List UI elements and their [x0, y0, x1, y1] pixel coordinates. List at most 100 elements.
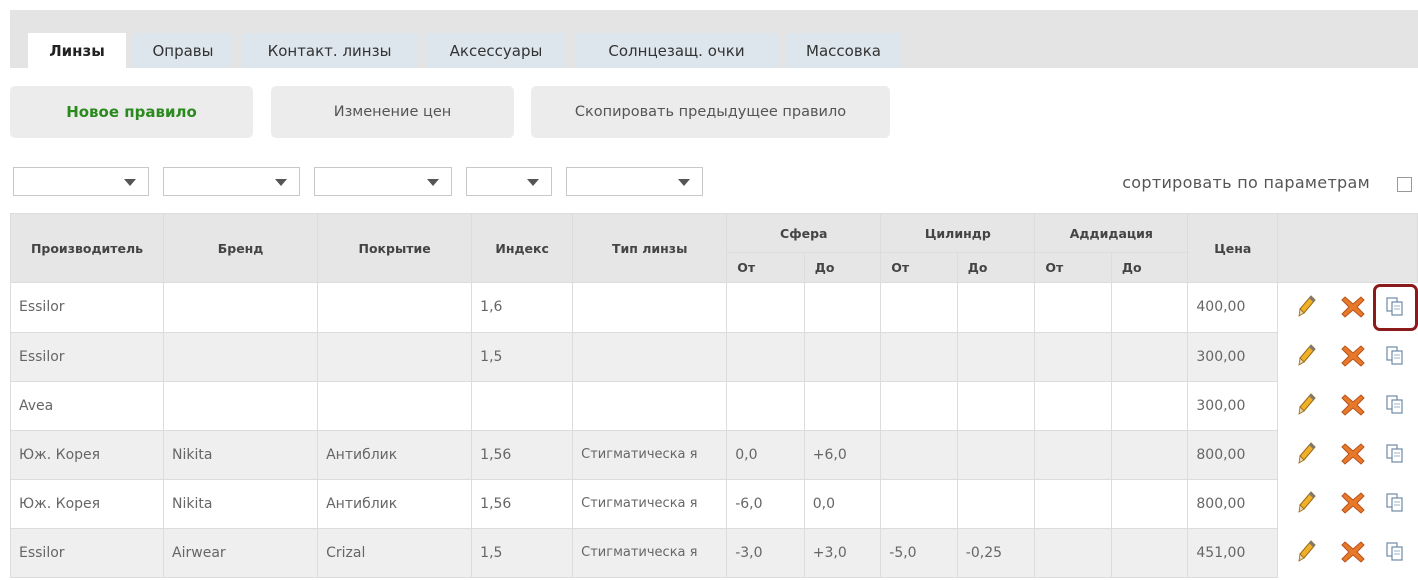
cell-brand [163, 331, 319, 382]
cell-add-to [1110, 380, 1189, 431]
cell-price: 800,00 [1187, 478, 1279, 529]
copy-icon-highlight [1373, 284, 1418, 331]
header-cylinder: Цилиндр [880, 213, 1036, 253]
cell-manufacturer: Avea [9, 380, 165, 431]
cell-sph-to [803, 331, 882, 382]
cell-lens-type: Стигматическа я [572, 527, 728, 578]
cell-cyl-from [880, 478, 958, 529]
cell-coating [317, 282, 473, 333]
cell-add-to [1110, 478, 1189, 529]
header-cylinder-to: До [956, 252, 1036, 283]
cell-index: 1,56 [471, 478, 574, 529]
cell-cyl-from [880, 282, 958, 333]
cell-sph-from: -6,0 [726, 478, 805, 529]
row-actions [1278, 381, 1418, 430]
tab-contact-lenses[interactable]: Контакт. линзы [242, 33, 417, 68]
cell-add-from [1034, 282, 1112, 333]
table-row: Essilor Airwear Crizal 1,5 Стигматическа я -3… [9, 527, 1418, 578]
row-actions [1278, 528, 1418, 577]
cell-sph-from: -3,0 [726, 527, 805, 578]
cell-sph-to: 0,0 [803, 478, 882, 529]
cell-index [471, 380, 574, 431]
cell-coating: Crizal [317, 527, 473, 578]
sort-by-params-checkbox[interactable] [1397, 177, 1412, 192]
filter-manufacturer-select[interactable] [13, 167, 149, 196]
cell-sph-from: 0,0 [726, 429, 805, 480]
header-coating: Покрытие [317, 213, 473, 283]
table-row: Essilor 1,6 400,00 [9, 282, 1418, 333]
rules-table: Производитель Бренд Покрытие Индекс Тип … [9, 213, 1418, 578]
cell-price: 300,00 [1187, 331, 1279, 382]
cell-lens-type [572, 380, 728, 431]
row-actions [1278, 479, 1418, 528]
cell-lens-type: Стигматическа я [572, 478, 728, 529]
cell-manufacturer: Essilor [9, 527, 165, 578]
cell-brand: Airwear [163, 527, 319, 578]
row-actions [1278, 332, 1418, 381]
dropdown-arrow-icon [427, 179, 439, 186]
header-addition-from: От [1034, 252, 1112, 283]
new-rule-button[interactable]: Новое правило [10, 86, 253, 138]
cell-manufacturer: Юж. Корея [9, 429, 165, 480]
cell-sph-to: +6,0 [803, 429, 882, 480]
cell-price: 300,00 [1187, 380, 1279, 431]
cell-add-to [1110, 282, 1189, 333]
tab-accessories[interactable]: Аксессуары [426, 33, 566, 68]
tab-bulk[interactable]: Массовка [786, 33, 901, 68]
header-cylinder-from: От [880, 252, 958, 283]
cell-cyl-to [956, 282, 1036, 333]
cell-add-from [1034, 331, 1112, 382]
cell-index: 1,56 [471, 429, 574, 480]
cell-add-to [1110, 527, 1189, 578]
tab-sunglasses[interactable]: Солнцезащ. очки [575, 33, 778, 68]
cell-add-from [1034, 429, 1112, 480]
header-sphere: Сфера [726, 213, 882, 253]
cell-cyl-to: -0,25 [956, 527, 1036, 578]
tab-bar: Линзы Оправы Контакт. линзы Аксессуары С… [10, 10, 1418, 68]
cell-cyl-to [956, 429, 1036, 480]
filter-coating-select[interactable] [314, 167, 452, 196]
header-actions [1277, 213, 1418, 283]
filter-brand-select[interactable] [163, 167, 300, 196]
cell-add-from [1034, 380, 1112, 431]
cell-sph-to [803, 380, 882, 431]
cell-lens-type: Стигматическа я [572, 429, 728, 480]
cell-price: 800,00 [1187, 429, 1279, 480]
sort-by-params-label: сортировать по параметрам [1122, 173, 1370, 192]
filter-index-select[interactable] [466, 167, 552, 196]
cell-manufacturer: Essilor [9, 331, 165, 382]
cell-price: 400,00 [1187, 282, 1279, 333]
header-brand: Бренд [163, 213, 319, 283]
header-addition-to: До [1110, 252, 1189, 283]
cell-sph-from [726, 380, 805, 431]
cell-index: 1,5 [471, 527, 574, 578]
cell-brand [163, 380, 319, 431]
cell-cyl-to [956, 380, 1036, 431]
tab-lenses[interactable]: Линзы [28, 33, 126, 68]
filter-lens-type-select[interactable] [566, 167, 703, 196]
table-row: Юж. Корея Nikita Антиблик 1,56 Стигматическа… [9, 478, 1418, 529]
cell-add-to [1110, 331, 1189, 382]
cell-manufacturer: Essilor [9, 282, 165, 333]
header-sphere-to: До [803, 252, 882, 283]
header-index: Индекс [471, 213, 574, 283]
cell-index: 1,6 [471, 282, 574, 333]
cell-price: 451,00 [1187, 527, 1279, 578]
cell-cyl-from [880, 429, 958, 480]
cell-add-from [1034, 527, 1112, 578]
cell-lens-type [572, 282, 728, 333]
change-prices-button[interactable]: Изменение цен [271, 86, 514, 138]
cell-cyl-to [956, 478, 1036, 529]
header-lens-type: Тип линзы [572, 213, 728, 283]
copy-previous-rule-button[interactable]: Скопировать предыдущее правило [531, 86, 890, 138]
row-actions [1278, 430, 1418, 479]
dropdown-arrow-icon [678, 179, 690, 186]
cell-coating: Антиблик [317, 429, 473, 480]
cell-sph-to: +3,0 [803, 527, 882, 578]
table-row: Avea 300,00 [9, 380, 1418, 431]
cell-add-to [1110, 429, 1189, 480]
cell-brand [163, 282, 319, 333]
cell-cyl-from [880, 380, 958, 431]
tab-frames[interactable]: Оправы [134, 33, 232, 68]
cell-coating [317, 380, 473, 431]
